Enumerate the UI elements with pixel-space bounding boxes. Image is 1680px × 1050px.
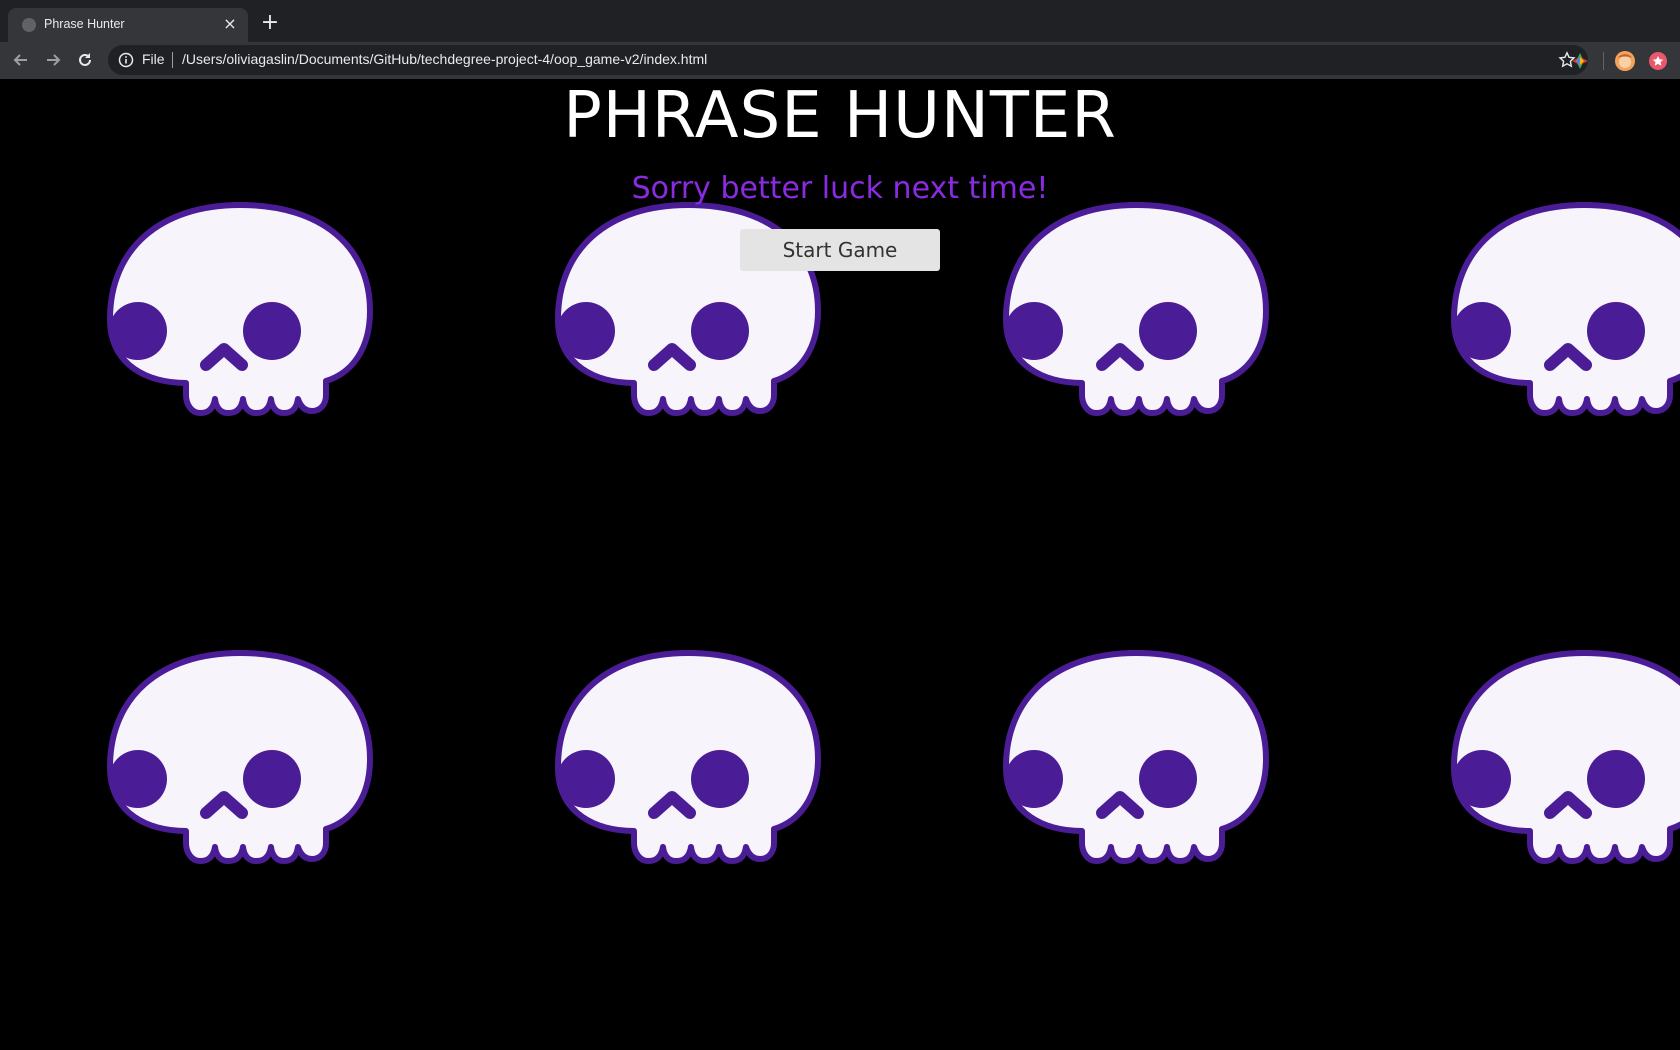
skull-icon	[986, 199, 1286, 439]
extension-red-icon[interactable]	[1648, 51, 1668, 71]
game-overlay: PHRASE HUNTER Sorry better luck next tim…	[0, 79, 1680, 1050]
globe-icon	[22, 18, 36, 32]
start-game-button[interactable]: Start Game	[740, 229, 940, 271]
skull-icon	[538, 647, 838, 887]
scheme-label: File	[142, 51, 165, 67]
skull-icon	[90, 199, 390, 439]
close-icon[interactable]: ×	[220, 14, 240, 34]
tab-strip: Phrase Hunter × +	[0, 0, 1680, 42]
skull-icon	[90, 647, 390, 887]
skull-icon	[986, 647, 1286, 887]
toolbar-divider	[1603, 52, 1604, 70]
url-text[interactable]: /Users/oliviagaslin/Documents/GitHub/tec…	[182, 51, 707, 67]
skull-icon	[1434, 199, 1680, 439]
new-tab-button[interactable]: +	[258, 12, 282, 36]
browser-chrome: Phrase Hunter × + File /Users/oliviagasl…	[0, 0, 1680, 79]
tab-phrase-hunter[interactable]: Phrase Hunter ×	[8, 8, 248, 42]
avatar-icon[interactable]	[1614, 50, 1636, 72]
skull-icon	[1434, 647, 1680, 887]
forward-arrow-icon[interactable]	[40, 47, 66, 73]
reload-icon[interactable]	[72, 47, 98, 73]
game-over-message: Sorry better luck next time!	[631, 171, 1049, 206]
address-bar[interactable]: File /Users/oliviagaslin/Documents/GitHu…	[108, 45, 1588, 75]
browser-toolbar: File /Users/oliviagaslin/Documents/GitHu…	[0, 42, 1680, 79]
info-icon[interactable]	[118, 52, 134, 68]
back-arrow-icon[interactable]	[8, 47, 34, 73]
color-extension-icon[interactable]	[1570, 51, 1590, 71]
page-title: PHRASE HUNTER	[563, 79, 1117, 153]
omnibox-divider	[172, 52, 173, 68]
tab-title: Phrase Hunter	[44, 17, 125, 31]
